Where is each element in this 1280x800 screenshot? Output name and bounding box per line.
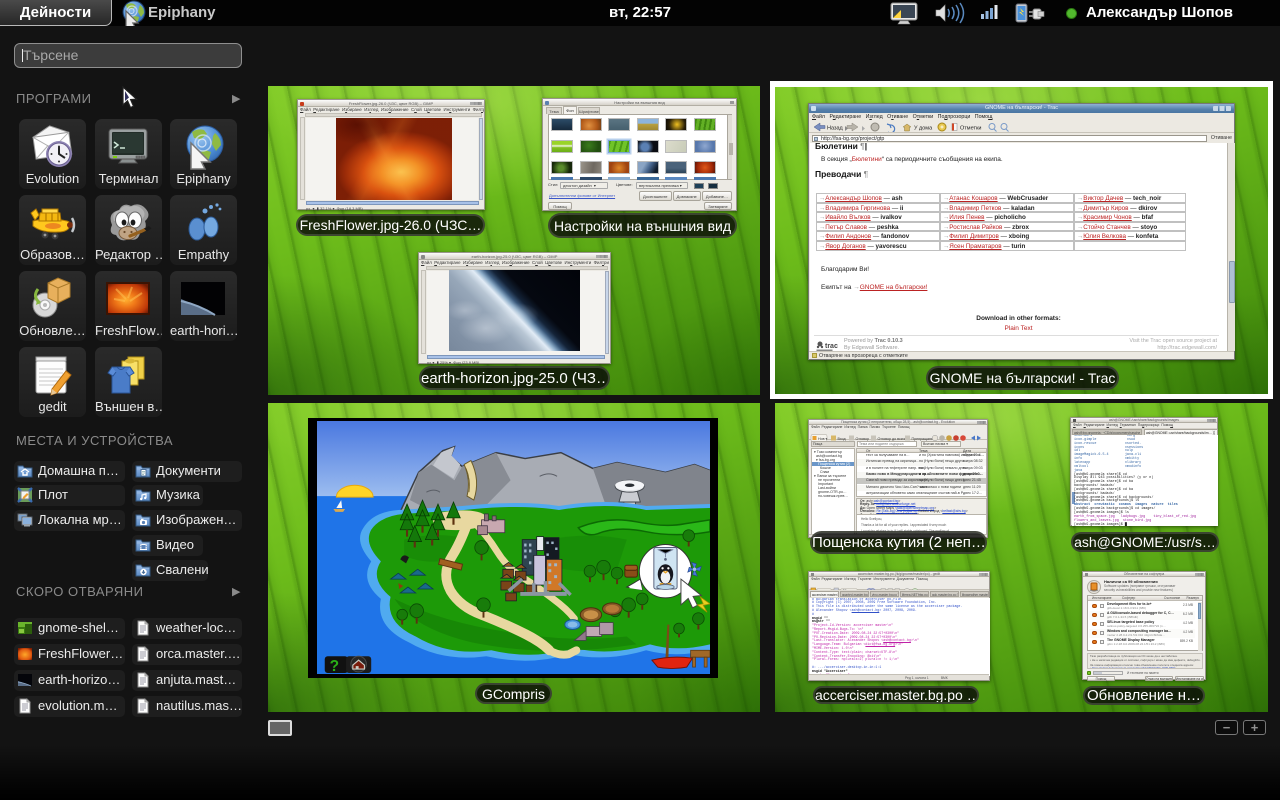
- svg-text:?: ?: [330, 658, 339, 674]
- svg-text:У дома: У дома: [914, 126, 933, 132]
- svg-text:trac: trac: [825, 343, 838, 350]
- svg-text:Назад: Назад: [827, 126, 844, 132]
- svg-text:Отметки: Отметки: [960, 126, 981, 132]
